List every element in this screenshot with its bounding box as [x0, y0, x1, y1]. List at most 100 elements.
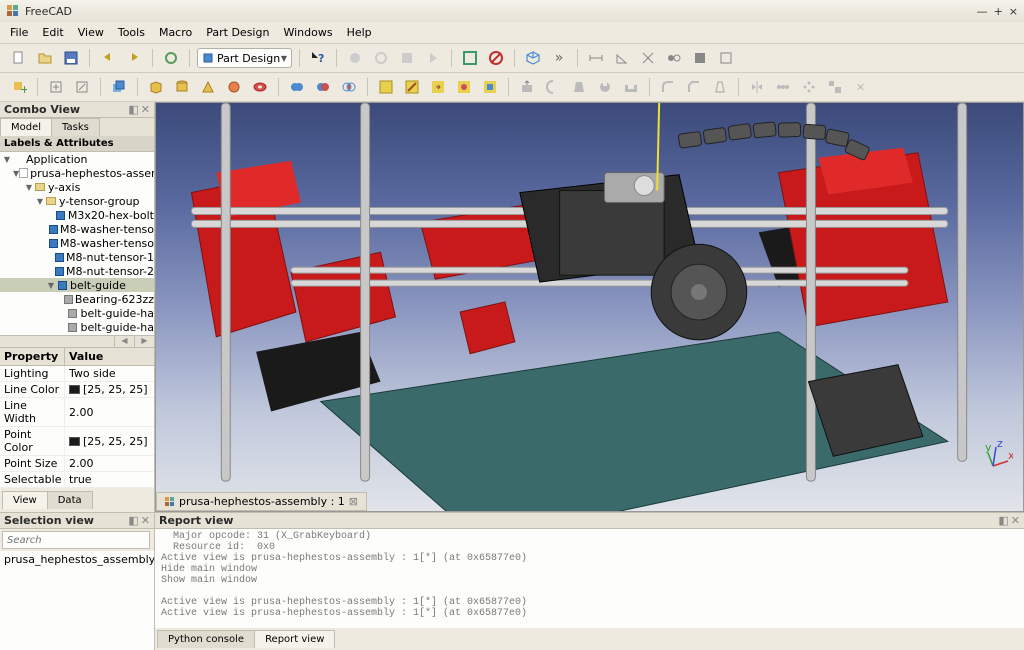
- multitransform-button[interactable]: ✕: [850, 76, 872, 98]
- panel-close-icon[interactable]: ✕: [1011, 514, 1020, 527]
- save-file-button[interactable]: [60, 47, 82, 69]
- sketch-leave-button[interactable]: [427, 76, 449, 98]
- tree-item[interactable]: ▼prusa-hephestos-assembly: [0, 166, 154, 180]
- menu-view[interactable]: View: [78, 26, 104, 39]
- sketch-edit-button[interactable]: [401, 76, 423, 98]
- selection-search-input[interactable]: [2, 531, 150, 549]
- menu-help[interactable]: Help: [347, 26, 372, 39]
- refresh-button[interactable]: [160, 47, 182, 69]
- property-row[interactable]: LightingTwo side: [0, 366, 154, 382]
- polar-pattern-button[interactable]: [798, 76, 820, 98]
- menu-edit[interactable]: Edit: [42, 26, 63, 39]
- mirror-button[interactable]: [746, 76, 768, 98]
- pad-button[interactable]: [516, 76, 538, 98]
- tree-item[interactable]: ▼Application: [0, 152, 154, 166]
- measure-angular-button[interactable]: [611, 47, 633, 69]
- tab-python-console[interactable]: Python console: [157, 630, 255, 648]
- measure-toggledelta-button[interactable]: [715, 47, 737, 69]
- whatsthis-button[interactable]: ?: [307, 47, 329, 69]
- maximize-button[interactable]: +: [994, 5, 1003, 18]
- revolution-button[interactable]: [542, 76, 564, 98]
- chamfer-button[interactable]: [683, 76, 705, 98]
- measure-linear-button[interactable]: [585, 47, 607, 69]
- prim-cone-button[interactable]: [197, 76, 219, 98]
- tree-item[interactable]: M8-washer-tenso: [0, 236, 154, 250]
- export-button[interactable]: [45, 76, 67, 98]
- bool-cut-button[interactable]: [312, 76, 334, 98]
- minimize-button[interactable]: —: [977, 5, 988, 18]
- selection-item[interactable]: prusa_hephestos_assembly.Compound0: [4, 553, 150, 566]
- tab-data[interactable]: Data: [47, 491, 93, 509]
- tree-item[interactable]: belt-guide-ha: [0, 306, 154, 320]
- sketch-reorient-button[interactable]: [479, 76, 501, 98]
- linear-pattern-button[interactable]: [772, 76, 794, 98]
- macro-stop-button[interactable]: [370, 47, 392, 69]
- bool-fuse-button[interactable]: [286, 76, 308, 98]
- measure-toggle3d-button[interactable]: [689, 47, 711, 69]
- prim-sphere-button[interactable]: [223, 76, 245, 98]
- report-body[interactable]: Major opcode: 31 (X_GrabKeyboard) Resour…: [155, 529, 1024, 628]
- new-file-button[interactable]: [8, 47, 30, 69]
- prim-cyl-button[interactable]: [171, 76, 193, 98]
- tab-close-icon[interactable]: ⊠: [349, 495, 358, 508]
- redo-button[interactable]: [123, 47, 145, 69]
- panel-float-icon[interactable]: ◧: [128, 103, 138, 116]
- tab-view[interactable]: View: [2, 491, 48, 509]
- panel-float-icon[interactable]: ◧: [998, 514, 1008, 527]
- menu-part-design[interactable]: Part Design: [206, 26, 269, 39]
- tree-item[interactable]: M8-washer-tenso: [0, 222, 154, 236]
- measure-clear-button[interactable]: [637, 47, 659, 69]
- panel-close-icon[interactable]: ✕: [141, 103, 150, 116]
- workbench-selector[interactable]: Part Design ▼: [197, 48, 292, 68]
- duplicate-button[interactable]: [108, 76, 130, 98]
- menu-windows[interactable]: Windows: [283, 26, 332, 39]
- tree-item[interactable]: ▼belt-guide: [0, 278, 154, 292]
- more-views-button[interactable]: »: [548, 47, 570, 69]
- menu-file[interactable]: File: [10, 26, 28, 39]
- tree-item[interactable]: ▼y-axis: [0, 180, 154, 194]
- viewport-tab[interactable]: prusa-hephestos-assembly : 1 ⊠: [156, 492, 367, 511]
- property-row[interactable]: Selectabletrue: [0, 472, 154, 488]
- tree-item[interactable]: M8-nut-tensor-1: [0, 250, 154, 264]
- tree-item[interactable]: M8-nut-tensor-2: [0, 264, 154, 278]
- view-fit-button[interactable]: [459, 47, 481, 69]
- tab-model[interactable]: Model: [0, 118, 52, 136]
- selection-list[interactable]: prusa_hephestos_assembly.Compound0: [0, 551, 154, 650]
- fillet-button[interactable]: [657, 76, 679, 98]
- open-file-button[interactable]: [34, 47, 56, 69]
- draw-style-button[interactable]: [485, 47, 507, 69]
- measure-toggle-button[interactable]: [663, 47, 685, 69]
- 3d-viewport[interactable]: xyz prusa-hephestos-assembly : 1 ⊠: [155, 102, 1024, 512]
- loft-button[interactable]: [568, 76, 590, 98]
- undo-button[interactable]: [97, 47, 119, 69]
- import-button[interactable]: [71, 76, 93, 98]
- property-row[interactable]: Line Color[25, 25, 25]: [0, 382, 154, 398]
- sketch-new-button[interactable]: [375, 76, 397, 98]
- pocket-button[interactable]: [620, 76, 642, 98]
- groove-button[interactable]: [594, 76, 616, 98]
- add-part-button[interactable]: +: [8, 76, 30, 98]
- macro-play-button[interactable]: [422, 47, 444, 69]
- draft-button[interactable]: [709, 76, 731, 98]
- tab-tasks[interactable]: Tasks: [51, 118, 100, 136]
- scroll-left-button[interactable]: ◀: [114, 336, 134, 347]
- macro-list-button[interactable]: [396, 47, 418, 69]
- bool-common-button[interactable]: [338, 76, 360, 98]
- sketch-map-button[interactable]: [453, 76, 475, 98]
- close-button[interactable]: ×: [1009, 5, 1018, 18]
- macro-record-button[interactable]: [344, 47, 366, 69]
- menu-macro[interactable]: Macro: [159, 26, 192, 39]
- tab-report-view[interactable]: Report view: [254, 630, 335, 648]
- scaled-button[interactable]: [824, 76, 846, 98]
- property-row[interactable]: Point Color[25, 25, 25]: [0, 427, 154, 456]
- menu-tools[interactable]: Tools: [118, 26, 145, 39]
- tree-item[interactable]: ▼y-tensor-group: [0, 194, 154, 208]
- panel-close-icon[interactable]: ✕: [141, 514, 150, 527]
- property-row[interactable]: Point Size2.00: [0, 456, 154, 472]
- panel-float-icon[interactable]: ◧: [128, 514, 138, 527]
- prim-box-button[interactable]: [145, 76, 167, 98]
- tree-item[interactable]: belt-guide-ha: [0, 320, 154, 334]
- tree-item[interactable]: Bearing-623zz: [0, 292, 154, 306]
- property-row[interactable]: Line Width2.00: [0, 398, 154, 427]
- view-iso-button[interactable]: [522, 47, 544, 69]
